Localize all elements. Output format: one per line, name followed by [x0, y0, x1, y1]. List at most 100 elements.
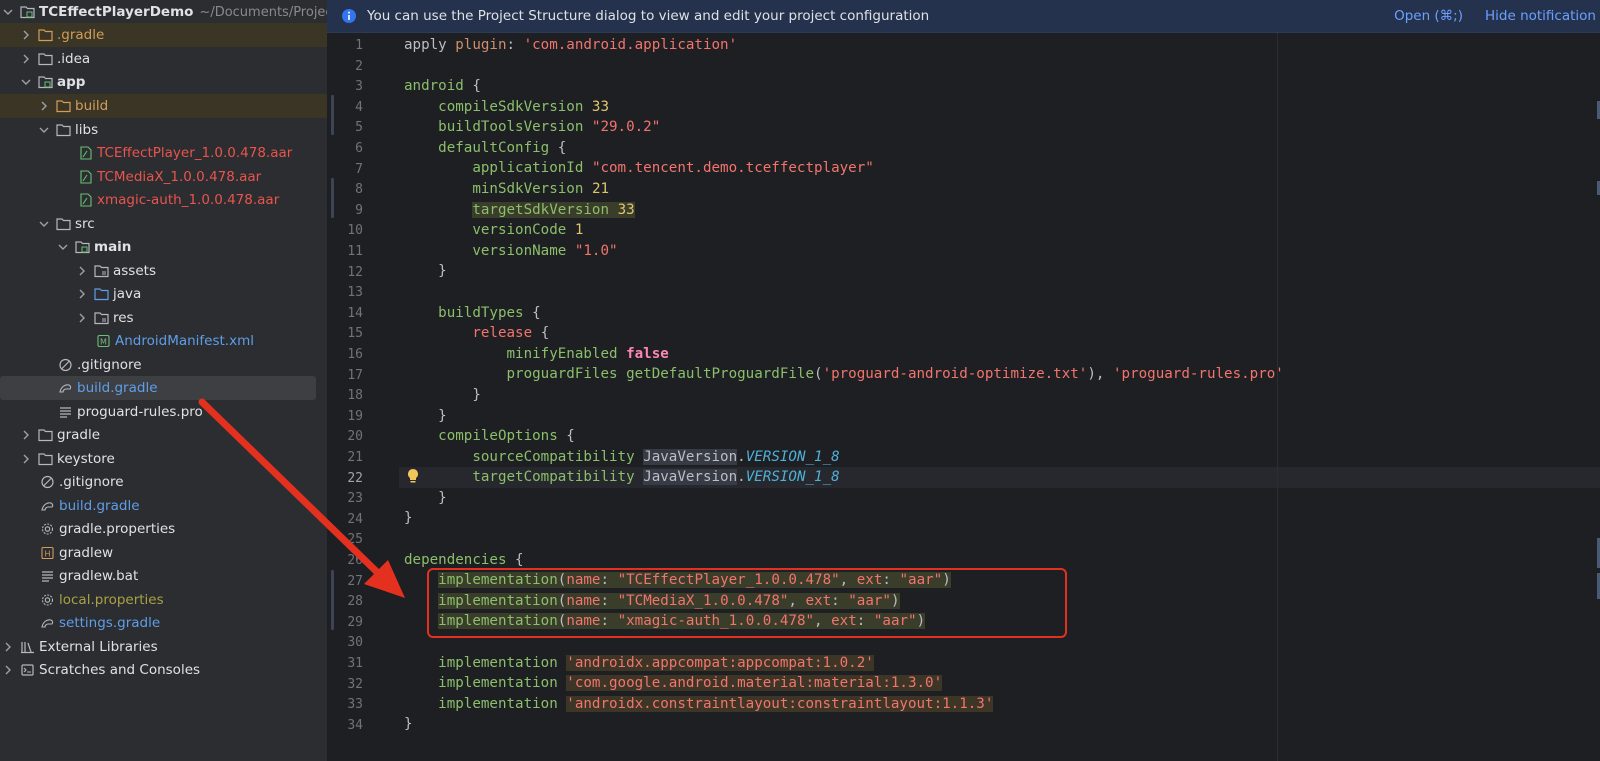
code-token: plugin [455, 37, 507, 53]
code-token: android [404, 78, 473, 94]
right-margin-guide [1277, 33, 1278, 761]
tree-item-gradlew[interactable]: H gradlew [0, 541, 327, 565]
tree-item-label: .gitignore [59, 474, 124, 490]
code-token: } [472, 387, 481, 403]
chevron-right-icon[interactable] [20, 453, 32, 465]
tree-item-label: keystore [57, 451, 115, 467]
tree-item-java[interactable]: java [0, 282, 327, 306]
tree-item-gradlew-bat[interactable]: gradlew.bat [0, 564, 327, 588]
code-token: } [438, 263, 447, 279]
tree-item-build[interactable]: build [0, 94, 327, 118]
folder-icon [38, 28, 53, 42]
tree-item-label: TCEffectPlayer_1.0.0.478.aar [97, 145, 293, 161]
code-line-18: } [404, 385, 481, 406]
tree-item-assets[interactable]: assets [0, 259, 327, 283]
tree-item-settings-gradle[interactable]: settings.gradle [0, 611, 327, 635]
chevron-right-icon[interactable] [76, 312, 88, 324]
line-number: 33 [347, 697, 363, 713]
tree-item-label: libs [75, 122, 99, 138]
tree-item-build-gradle-root[interactable]: build.gradle [0, 494, 327, 518]
tree-item-gradle[interactable]: gradle [0, 423, 327, 447]
code-token: minifyEnabled [506, 346, 627, 362]
code-line-24: } [404, 508, 413, 529]
code-line-21: sourceCompatibility JavaVersion.VERSION_… [404, 447, 840, 468]
line-number: 15 [347, 326, 363, 342]
code-token: 'androidx.constraintlayout:constraintlay… [566, 696, 994, 712]
tree-item-label: .idea [57, 51, 91, 67]
line-number: 3 [355, 79, 363, 95]
tree-item-keystore[interactable]: keystore [0, 447, 327, 471]
code-token: buildToolsVersion [438, 119, 592, 135]
code-line-5: buildToolsVersion "29.0.2" [404, 117, 660, 138]
tree-item-aar-tcmediax[interactable]: TCMediaX_1.0.0.478.aar [0, 165, 327, 189]
open-project-structure-link[interactable]: Open (⌘;) [1394, 8, 1463, 24]
chevron-down-icon[interactable] [57, 241, 69, 253]
tree-root-row[interactable]: TCEffectPlayerDemo ~/Documents/Project [0, 0, 327, 24]
tree-item-src[interactable]: src [0, 212, 327, 236]
tree-item-scratches[interactable]: Scratches and Consoles [0, 658, 327, 682]
code-line-32: implementation 'com.google.android.mater… [404, 673, 943, 694]
shell-icon: H [40, 546, 55, 560]
chevron-right-icon[interactable] [20, 429, 32, 441]
code-token: targetSdkVersion [472, 202, 618, 218]
scratches-icon [20, 663, 35, 677]
chevron-right-icon[interactable] [38, 100, 50, 112]
code-line-7: applicationId "com.tencent.demo.tceffect… [404, 158, 873, 179]
line-number: 21 [347, 450, 363, 465]
chevron-down-icon[interactable] [2, 6, 14, 18]
text-file-icon [58, 405, 73, 419]
chevron-down-icon[interactable] [38, 218, 50, 230]
tree-item-gitignore-root[interactable]: .gitignore [0, 470, 327, 494]
tree-item-external-libraries[interactable]: External Libraries [0, 635, 327, 659]
line-number: 24 [347, 511, 363, 527]
chevron-down-icon[interactable] [38, 124, 50, 136]
code-token: : [506, 37, 524, 53]
code-token: } [404, 716, 413, 732]
line-number: 6 [355, 141, 363, 156]
library-icon [20, 640, 35, 654]
chevron-right-icon[interactable] [76, 288, 88, 300]
code-token: proguardFiles [506, 366, 627, 382]
tree-item-build-gradle-app[interactable]: build.gradle [0, 376, 316, 400]
line-number: 11 [347, 244, 363, 259]
code-token: "1.0" [574, 243, 618, 259]
tree-item-local-properties[interactable]: local.properties [0, 588, 327, 612]
hide-notification-link[interactable]: Hide notification [1485, 8, 1596, 24]
tree-item-main[interactable]: main [0, 235, 327, 259]
tree-item-app[interactable]: app [0, 70, 327, 94]
tree-item-proguard[interactable]: proguard-rules.pro [0, 400, 327, 424]
tree-item-res[interactable]: res [0, 306, 327, 330]
code-editor[interactable]: 1 2 3 4 5 6 7 8 9 10 11 12 13 14 15 16 17 18 19 20 21 22 23 24 2… [327, 33, 1600, 761]
tree-item-gitignore-app[interactable]: .gitignore [0, 353, 327, 377]
chevron-right-icon[interactable] [2, 641, 14, 653]
tree-item-manifest[interactable]: M AndroidManifest.xml [0, 329, 327, 353]
tree-item-aar-xmagic[interactable]: xmagic-auth_1.0.0.478.aar [0, 188, 327, 212]
settings-file-icon [40, 522, 55, 536]
code-line-17: proguardFiles getDefaultProguardFile('pr… [404, 364, 1284, 385]
tree-item-label: .gradle [57, 27, 105, 43]
chevron-right-icon[interactable] [20, 29, 32, 41]
code-line-19: } [404, 406, 447, 427]
code-token: defaultConfig [438, 140, 558, 156]
gradle-file-icon [40, 616, 55, 630]
notification-bar: You can use the Project Structure dialog… [327, 0, 1600, 33]
tree-item-label: gradle.properties [59, 521, 176, 537]
tree-item-libs[interactable]: libs [0, 118, 327, 142]
chevron-right-icon[interactable] [76, 265, 88, 277]
code-token: ( [814, 366, 823, 382]
code-line-12: } [404, 261, 447, 282]
svg-text:M: M [100, 338, 107, 347]
tree-item-gradle-hidden[interactable]: .gradle [0, 23, 327, 47]
code-token: 'com.android.application' [523, 37, 738, 53]
chevron-down-icon[interactable] [20, 76, 32, 88]
tree-item-label: java [113, 286, 142, 302]
tree-item-label: app [57, 74, 86, 90]
chevron-right-icon[interactable] [2, 664, 14, 676]
tree-item-aar-tceffectplayer[interactable]: TCEffectPlayer_1.0.0.478.aar [0, 141, 327, 165]
tree-item-idea[interactable]: .idea [0, 47, 327, 71]
folder-icon [56, 217, 71, 231]
chevron-right-icon[interactable] [20, 53, 32, 65]
tree-item-gradle-properties[interactable]: gradle.properties [0, 517, 327, 541]
tree-item-label: res [113, 310, 134, 326]
line-number: 13 [347, 285, 363, 301]
